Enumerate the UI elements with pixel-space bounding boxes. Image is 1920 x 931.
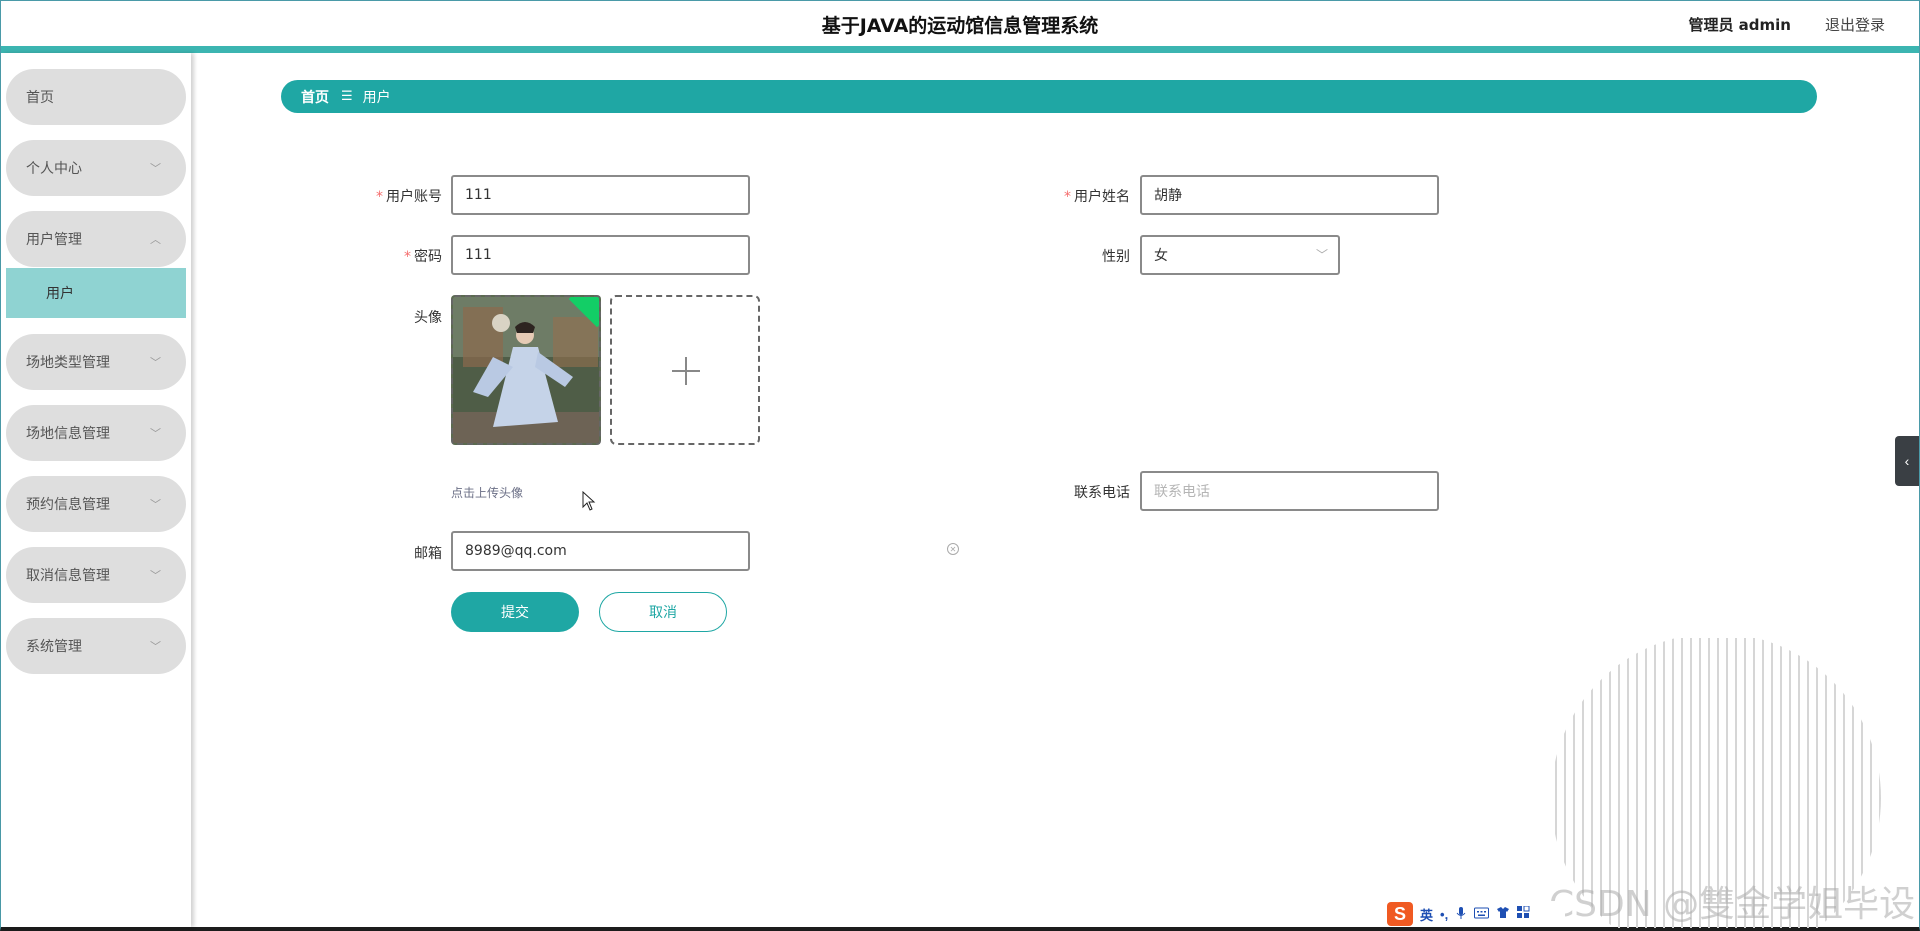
gender-select-value: 女 xyxy=(1154,248,1168,264)
header-accent-bar xyxy=(1,46,1919,53)
microphone-icon[interactable] xyxy=(1455,906,1467,923)
gender-label: 性别 xyxy=(1102,249,1130,265)
cancel-button[interactable]: 取消 xyxy=(599,592,727,632)
submit-button[interactable]: 提交 xyxy=(451,592,579,632)
toolbox-grid-icon[interactable] xyxy=(1517,905,1530,922)
avatar-upload-hint: 点击上传头像 xyxy=(451,486,524,500)
collapse-panel-tab[interactable]: ‹ xyxy=(1895,436,1919,486)
account-label-text: 用户账号 xyxy=(386,189,442,205)
admin-label: 管理员 admin xyxy=(1688,16,1791,34)
breadcrumb-home[interactable]: 首页 xyxy=(301,87,329,107)
ime-toolbar[interactable]: S 英 •, xyxy=(1385,901,1565,927)
ime-punctuation[interactable]: •, xyxy=(1440,907,1448,922)
sidebar-item-label: 系统管理 xyxy=(26,639,82,655)
chevron-down-icon: ﹀ xyxy=(150,356,161,369)
sidebar-item-label: 首页 xyxy=(26,90,54,106)
sidebar-item-label: 用户管理 xyxy=(26,232,82,248)
sidebar-item-label: 场地信息管理 xyxy=(26,426,110,442)
password-label: * 密码 xyxy=(322,246,442,266)
mouse-cursor-icon xyxy=(582,491,596,511)
sidebar-item-personal-center[interactable]: 个人中心 ﹀ xyxy=(6,140,186,196)
sidebar-item-label: 场地类型管理 xyxy=(26,355,110,371)
chevron-down-icon: ﹀ xyxy=(1315,248,1328,262)
sidebar-item-booking-info[interactable]: 预约信息管理 ﹀ xyxy=(6,476,186,532)
required-mark: * xyxy=(1064,189,1071,205)
menu-icon: ☰ xyxy=(341,89,353,104)
skin-shirt-icon[interactable] xyxy=(1496,906,1510,922)
app-window: 基于JAVA的运动馆信息管理系统 管理员 admin 退出登录 首页 个人中心 … xyxy=(0,0,1920,931)
chevron-left-icon: ‹ xyxy=(1904,453,1910,469)
email-label: 邮箱 xyxy=(414,546,442,562)
avatar-upload-button[interactable] xyxy=(610,295,760,445)
top-header: 基于JAVA的运动馆信息管理系统 管理员 admin 退出登录 xyxy=(1,1,1919,45)
sidebar-item-home[interactable]: 首页 xyxy=(6,69,186,125)
chevron-down-icon: ﹀ xyxy=(150,162,161,175)
sidebar-item-venue-info[interactable]: 场地信息管理 ﹀ xyxy=(6,405,186,461)
name-input[interactable]: 胡静 xyxy=(1140,175,1439,215)
avatar-label: 头像 xyxy=(414,310,442,326)
ime-language[interactable]: 英 xyxy=(1420,905,1433,924)
sidebar-item-system[interactable]: 系统管理 ﹀ xyxy=(6,618,186,674)
avatar-preview-image[interactable] xyxy=(451,295,601,445)
sidebar-item-user-management[interactable]: 用户管理 ︿ xyxy=(6,211,186,267)
chevron-down-icon: ﹀ xyxy=(150,569,161,582)
account-label: * 用户账号 xyxy=(322,186,442,206)
chevron-up-icon: ︿ xyxy=(150,233,161,246)
name-label: * 用户姓名 xyxy=(1010,186,1130,206)
password-label-text: 密码 xyxy=(414,249,442,265)
keyboard-icon[interactable] xyxy=(1474,907,1490,922)
chevron-down-icon: ﹀ xyxy=(150,427,161,440)
avatar-photo xyxy=(453,297,599,443)
plus-icon-vertical xyxy=(685,357,687,385)
logout-link[interactable]: 退出登录 xyxy=(1825,14,1885,35)
system-title: 基于JAVA的运动馆信息管理系统 xyxy=(821,15,1099,37)
phone-input[interactable]: 联系电话 xyxy=(1140,471,1439,511)
watermark-text: CSDN @雙金学姐毕设 xyxy=(1549,884,1916,925)
sidebar-item-label: 取消信息管理 xyxy=(26,568,110,584)
password-input[interactable]: 111 xyxy=(451,235,750,275)
account-input[interactable]: 111 xyxy=(451,175,750,215)
sidebar-item-venue-type[interactable]: 场地类型管理 ﹀ xyxy=(6,334,186,390)
clear-circle-icon[interactable]: ✕ xyxy=(947,543,959,555)
email-input[interactable]: 8989@qq.com xyxy=(451,531,750,571)
sidebar: 首页 个人中心 ﹀ 用户管理 ︿ 用户 场地类型管理 ﹀ 场地信息管理 ﹀ 预约… xyxy=(1,53,191,927)
name-label-text: 用户姓名 xyxy=(1074,189,1130,205)
sidebar-item-label: 预约信息管理 xyxy=(26,497,110,513)
phone-label: 联系电话 xyxy=(1074,485,1130,501)
required-mark: * xyxy=(376,189,383,205)
sidebar-subitem-user[interactable]: 用户 xyxy=(6,268,186,318)
sidebar-subitem-label: 用户 xyxy=(46,286,74,302)
required-mark: * xyxy=(404,249,411,265)
sogou-logo-icon: S xyxy=(1387,902,1413,926)
chevron-down-icon: ﹀ xyxy=(150,498,161,511)
sidebar-item-cancel-info[interactable]: 取消信息管理 ﹀ xyxy=(6,547,186,603)
breadcrumb: 首页 ☰ 用户 xyxy=(281,80,1817,113)
sidebar-item-label: 个人中心 xyxy=(26,161,82,177)
gender-select[interactable]: 女 ﹀ xyxy=(1140,235,1340,275)
breadcrumb-current: 用户 xyxy=(362,89,391,106)
chevron-down-icon: ﹀ xyxy=(150,640,161,653)
